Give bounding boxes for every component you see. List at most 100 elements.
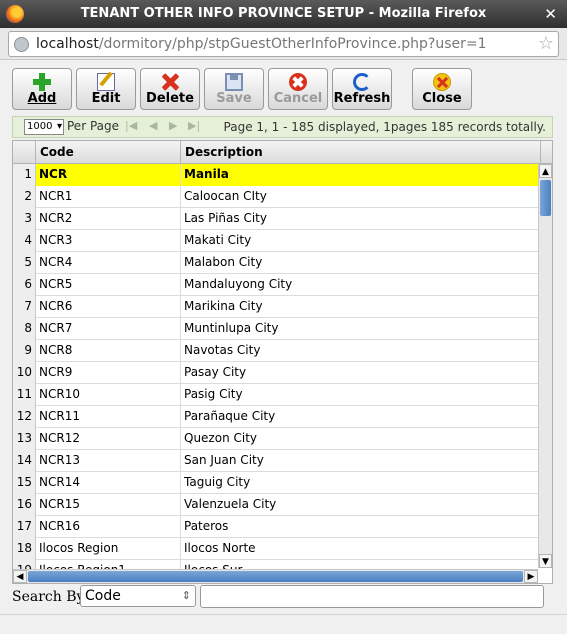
- table-row[interactable]: 15 NCR14 Taguig City: [13, 472, 538, 494]
- cell-description[interactable]: Taguig City: [181, 472, 538, 494]
- cell-description[interactable]: San Juan City: [181, 450, 538, 472]
- url-host: localhost: [36, 36, 99, 52]
- per-page-select[interactable]: 1000: [24, 119, 64, 135]
- cell-description[interactable]: Parañaque City: [181, 406, 538, 428]
- table-row[interactable]: 17 NCR16 Pateros: [13, 516, 538, 538]
- plus-icon: [33, 73, 51, 91]
- column-header-code[interactable]: Code: [36, 141, 181, 164]
- close-button[interactable]: Close: [412, 68, 472, 110]
- table-row[interactable]: 12 NCR11 Parañaque City: [13, 406, 538, 428]
- cell-code[interactable]: NCR13: [36, 450, 181, 472]
- row-number: 10: [13, 362, 36, 384]
- table-row[interactable]: 7 NCR6 Marikina City: [13, 296, 538, 318]
- cell-description[interactable]: Muntinlupa City: [181, 318, 538, 340]
- vertical-scroll-thumb[interactable]: [540, 180, 551, 216]
- column-header-description[interactable]: Description: [181, 141, 541, 164]
- cell-code[interactable]: NCR16: [36, 516, 181, 538]
- delete-button[interactable]: Delete: [140, 68, 200, 110]
- table-row[interactable]: 13 NCR12 Quezon City: [13, 428, 538, 450]
- cell-code[interactable]: NCR1: [36, 186, 181, 208]
- table-row[interactable]: 8 NCR7 Muntinlupa City: [13, 318, 538, 340]
- table-row[interactable]: 1 NCR Manila: [13, 164, 538, 186]
- cell-description[interactable]: Marikina City: [181, 296, 538, 318]
- cell-description[interactable]: Las Piñas City: [181, 208, 538, 230]
- cell-code[interactable]: NCR: [36, 164, 181, 186]
- row-number: 9: [13, 340, 36, 362]
- cell-code[interactable]: NCR8: [36, 340, 181, 362]
- add-button-label: Add: [27, 91, 57, 106]
- scroll-down-icon[interactable]: ▼: [539, 554, 552, 568]
- add-button[interactable]: Add: [12, 68, 72, 110]
- prev-page-icon[interactable]: ◀: [149, 119, 157, 132]
- row-number: 7: [13, 296, 36, 318]
- window-close-icon[interactable]: ✕: [544, 5, 557, 23]
- cell-description[interactable]: Manila: [181, 164, 538, 186]
- cell-code[interactable]: NCR14: [36, 472, 181, 494]
- next-page-icon[interactable]: ▶: [169, 119, 177, 132]
- site-identity-icon[interactable]: [14, 37, 29, 52]
- row-number: 15: [13, 472, 36, 494]
- row-number: 6: [13, 274, 36, 296]
- cell-code[interactable]: NCR4: [36, 252, 181, 274]
- window-bottom-edge: [0, 614, 567, 634]
- cell-code[interactable]: NCR12: [36, 428, 181, 450]
- cell-code[interactable]: NCR15: [36, 494, 181, 516]
- row-number: 4: [13, 230, 36, 252]
- scroll-left-icon[interactable]: ◀: [13, 570, 27, 583]
- cell-description[interactable]: Pasig City: [181, 384, 538, 406]
- last-page-icon[interactable]: ▶|: [188, 119, 200, 132]
- cell-code[interactable]: NCR10: [36, 384, 181, 406]
- cell-code[interactable]: NCR2: [36, 208, 181, 230]
- search-field-select[interactable]: Code: [80, 585, 196, 607]
- cell-description[interactable]: Makati City: [181, 230, 538, 252]
- cell-description[interactable]: Valenzuela City: [181, 494, 538, 516]
- url-bar[interactable]: localhost/dormitory/php/stpGuestOtherInf…: [8, 31, 559, 57]
- row-number: 13: [13, 428, 36, 450]
- action-toolbar: Add Edit Delete Save Cancel Refresh Clos…: [0, 60, 567, 116]
- cell-code[interactable]: Ilocos Region: [36, 538, 181, 560]
- table-row[interactable]: 5 NCR4 Malabon City: [13, 252, 538, 274]
- cell-code[interactable]: NCR7: [36, 318, 181, 340]
- vertical-scrollbar[interactable]: ▲ ▼: [538, 164, 552, 568]
- cell-description[interactable]: Pasay City: [181, 362, 538, 384]
- refresh-button-label: Refresh: [333, 91, 391, 106]
- table-row[interactable]: 4 NCR3 Makati City: [13, 230, 538, 252]
- url-text[interactable]: localhost/dormitory/php/stpGuestOtherInf…: [36, 36, 487, 52]
- cell-description[interactable]: Ilocos Norte: [181, 538, 538, 560]
- table-row[interactable]: 2 NCR1 Caloocan CIty: [13, 186, 538, 208]
- cell-description[interactable]: Malabon City: [181, 252, 538, 274]
- cell-code[interactable]: NCR3: [36, 230, 181, 252]
- cell-description[interactable]: Quezon City: [181, 428, 538, 450]
- table-row[interactable]: 3 NCR2 Las Piñas City: [13, 208, 538, 230]
- refresh-button[interactable]: Refresh: [332, 68, 392, 110]
- search-input[interactable]: [200, 585, 544, 608]
- horizontal-scrollbar[interactable]: ◀ ▶: [13, 569, 538, 583]
- scroll-right-icon[interactable]: ▶: [524, 570, 538, 583]
- url-path: /dormitory/php/stpGuestOtherInfoProvince…: [98, 36, 487, 52]
- cell-code[interactable]: NCR9: [36, 362, 181, 384]
- table-row[interactable]: 14 NCR13 San Juan City: [13, 450, 538, 472]
- scroll-up-icon[interactable]: ▲: [539, 164, 552, 178]
- table-row[interactable]: 6 NCR5 Mandaluyong City: [13, 274, 538, 296]
- first-page-icon[interactable]: |◀: [125, 119, 137, 132]
- cancel-button[interactable]: Cancel: [268, 68, 328, 110]
- cell-code[interactable]: NCR5: [36, 274, 181, 296]
- edit-button[interactable]: Edit: [76, 68, 136, 110]
- cancel-button-label: Cancel: [273, 91, 323, 106]
- cell-description[interactable]: Navotas City: [181, 340, 538, 362]
- close-circle-icon: [433, 73, 451, 91]
- save-button[interactable]: Save: [204, 68, 264, 110]
- row-number: 2: [13, 186, 36, 208]
- table-row[interactable]: 11 NCR10 Pasig City: [13, 384, 538, 406]
- cell-description[interactable]: Mandaluyong City: [181, 274, 538, 296]
- table-row[interactable]: 9 NCR8 Navotas City: [13, 340, 538, 362]
- bookmark-star-icon[interactable]: ☆: [538, 33, 554, 54]
- cell-description[interactable]: Pateros: [181, 516, 538, 538]
- table-row[interactable]: 10 NCR9 Pasay City: [13, 362, 538, 384]
- cell-code[interactable]: NCR11: [36, 406, 181, 428]
- table-row[interactable]: 18 Ilocos Region Ilocos Norte: [13, 538, 538, 560]
- cell-code[interactable]: NCR6: [36, 296, 181, 318]
- horizontal-scroll-thumb[interactable]: [28, 571, 523, 582]
- cell-description[interactable]: Caloocan CIty: [181, 186, 538, 208]
- table-row[interactable]: 16 NCR15 Valenzuela City: [13, 494, 538, 516]
